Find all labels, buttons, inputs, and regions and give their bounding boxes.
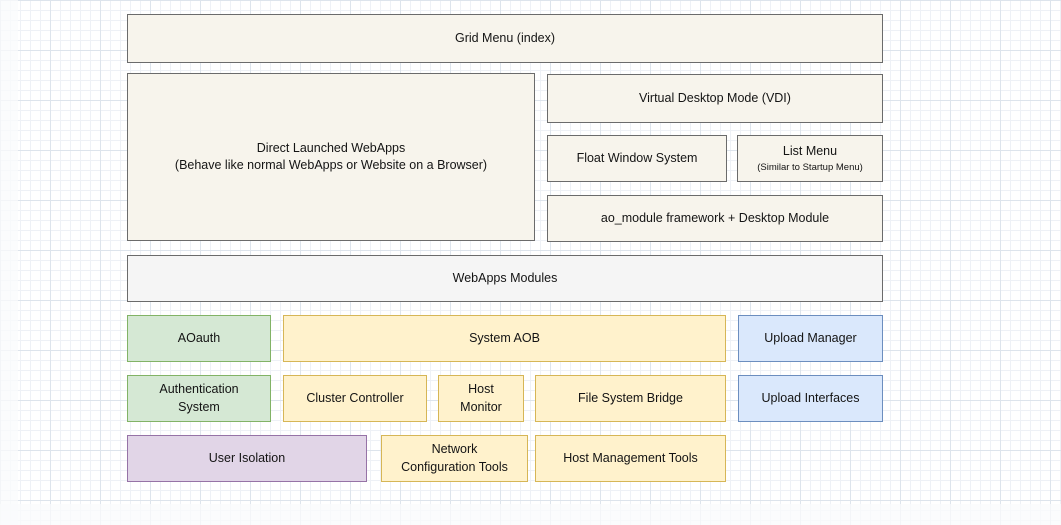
node-cluster-controller: Cluster Controller: [283, 375, 427, 422]
node-upload-manager-label: Upload Manager: [764, 330, 856, 348]
node-host-management-tools: Host Management Tools: [535, 435, 726, 482]
node-ao-module-framework: ao_module framework + Desktop Module: [547, 195, 883, 242]
node-ao-module-framework-label: ao_module framework + Desktop Module: [601, 210, 829, 228]
node-user-isolation-label: User Isolation: [209, 450, 285, 468]
node-upload-interfaces-label: Upload Interfaces: [762, 390, 860, 408]
node-virtual-desktop-mode-label: Virtual Desktop Mode (VDI): [639, 90, 791, 108]
page-margin-bottom: [0, 504, 1061, 525]
node-upload-manager: Upload Manager: [738, 315, 883, 362]
node-direct-launched-webapps-label: Direct Launched WebApps (Behave like nor…: [175, 140, 487, 175]
node-authentication-system-label: Authentication System: [159, 381, 238, 416]
node-aoauth: AOauth: [127, 315, 271, 362]
node-float-window-system: Float Window System: [547, 135, 727, 182]
node-host-management-tools-label: Host Management Tools: [563, 450, 698, 468]
node-virtual-desktop-mode: Virtual Desktop Mode (VDI): [547, 74, 883, 123]
node-system-aob: System AOB: [283, 315, 726, 362]
node-aoauth-label: AOauth: [178, 330, 220, 348]
node-user-isolation: User Isolation: [127, 435, 367, 482]
node-webapps-modules-label: WebApps Modules: [453, 270, 558, 288]
node-host-monitor-label: Host Monitor: [460, 381, 502, 416]
node-host-monitor: Host Monitor: [438, 375, 524, 422]
diagram-canvas: Grid Menu (index) Direct Launched WebApps…: [0, 0, 1061, 525]
node-upload-interfaces: Upload Interfaces: [738, 375, 883, 422]
page-margin-left: [0, 0, 18, 525]
node-file-system-bridge-label: File System Bridge: [578, 390, 683, 408]
node-list-menu-sublabel: (Similar to Startup Menu): [757, 162, 863, 174]
node-grid-menu: Grid Menu (index): [127, 14, 883, 63]
node-webapps-modules: WebApps Modules: [127, 255, 883, 302]
node-list-menu-label: List Menu: [783, 143, 837, 161]
node-direct-launched-webapps: Direct Launched WebApps (Behave like nor…: [127, 73, 535, 241]
node-authentication-system: Authentication System: [127, 375, 271, 422]
node-network-configuration-tools-label: Network Configuration Tools: [401, 441, 508, 476]
node-list-menu: List Menu(Similar to Startup Menu): [737, 135, 883, 182]
node-cluster-controller-label: Cluster Controller: [306, 390, 403, 408]
node-network-configuration-tools: Network Configuration Tools: [381, 435, 528, 482]
node-system-aob-label: System AOB: [469, 330, 540, 348]
node-grid-menu-label: Grid Menu (index): [455, 30, 555, 48]
node-file-system-bridge: File System Bridge: [535, 375, 726, 422]
node-float-window-system-label: Float Window System: [577, 150, 698, 168]
